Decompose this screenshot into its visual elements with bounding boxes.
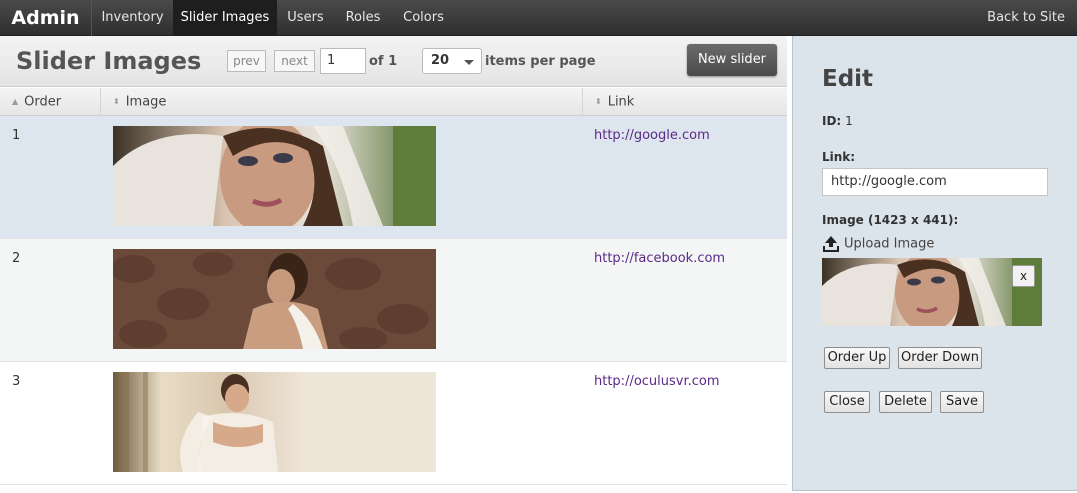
list-toolbar: Slider Images prev next 1 of 1 20 items … [0, 36, 787, 87]
column-header-order[interactable]: ▲ Order [0, 88, 101, 116]
row-order: 1 [12, 128, 21, 143]
items-per-page-value: 20 [431, 53, 450, 68]
image-label: Image (1423 x 441): [822, 213, 959, 227]
remove-image-button[interactable]: x [1012, 265, 1035, 287]
upload-image-button[interactable]: Upload Image [822, 235, 934, 253]
link-input[interactable]: http://google.com [822, 168, 1048, 196]
row-order: 3 [12, 374, 21, 389]
edit-title: Edit [822, 66, 874, 92]
nav-item-slider-images[interactable]: Slider Images [173, 0, 277, 36]
chevron-down-icon [464, 60, 474, 65]
nav-item-roles[interactable]: Roles [334, 0, 392, 36]
table-row[interactable]: 1 http://google.com [0, 116, 787, 239]
slider-thumbnail-image [113, 372, 436, 472]
nav-item-users[interactable]: Users [277, 0, 334, 36]
slider-thumbnail-image [113, 126, 436, 226]
id-field: ID: 1 [822, 114, 853, 128]
image-preview [822, 258, 1042, 326]
row-order: 2 [12, 251, 21, 266]
items-per-page-label: items per page [485, 54, 596, 69]
row-link[interactable]: http://oculusvr.com [594, 374, 720, 389]
upload-icon [823, 236, 839, 252]
nav-item-inventory[interactable]: Inventory [92, 0, 173, 36]
sort-ascending-icon: ▲ [12, 97, 19, 106]
sort-icon: ⬍ [595, 97, 602, 106]
id-label: ID: [822, 114, 842, 128]
row-link[interactable]: http://facebook.com [594, 251, 725, 266]
column-header-image[interactable]: ⬍ Image [101, 88, 583, 116]
edit-panel: Edit ID: 1 Link: http://google.com Image… [792, 36, 1077, 491]
save-button[interactable]: Save [940, 391, 984, 413]
order-up-button[interactable]: Order Up [824, 347, 890, 369]
id-value: 1 [845, 114, 853, 128]
upload-image-label: Upload Image [844, 236, 935, 252]
sort-icon: ⬍ [113, 97, 120, 106]
row-link[interactable]: http://google.com [594, 128, 710, 143]
page-title: Slider Images [16, 47, 202, 75]
table-row[interactable]: 2 http://facebook.com [0, 239, 787, 362]
slider-thumbnail-image [113, 249, 436, 349]
page-number-input[interactable]: 1 [320, 48, 366, 74]
column-header-link[interactable]: ⬍ Link [583, 88, 787, 116]
table-row[interactable]: 3 http://oculusvr.com [0, 362, 787, 485]
brand-logo[interactable]: Admin [0, 0, 92, 36]
page-count-text: of 1 [369, 54, 398, 69]
items-per-page-select[interactable]: 20 [422, 48, 482, 74]
next-page-button[interactable]: next [274, 50, 315, 72]
order-down-button[interactable]: Order Down [898, 347, 982, 369]
nav-item-colors[interactable]: Colors [392, 0, 455, 36]
prev-page-button[interactable]: prev [227, 50, 266, 72]
top-navbar: Admin Inventory Slider Images Users Role… [0, 0, 1077, 36]
table-header: ▲ Order ⬍ Image ⬍ Link [0, 88, 787, 116]
delete-button[interactable]: Delete [879, 391, 932, 413]
close-button[interactable]: Close [824, 391, 870, 413]
link-label: Link: [822, 150, 856, 164]
back-to-site-link[interactable]: Back to Site [987, 0, 1065, 36]
new-slider-button[interactable]: New slider [687, 44, 777, 76]
